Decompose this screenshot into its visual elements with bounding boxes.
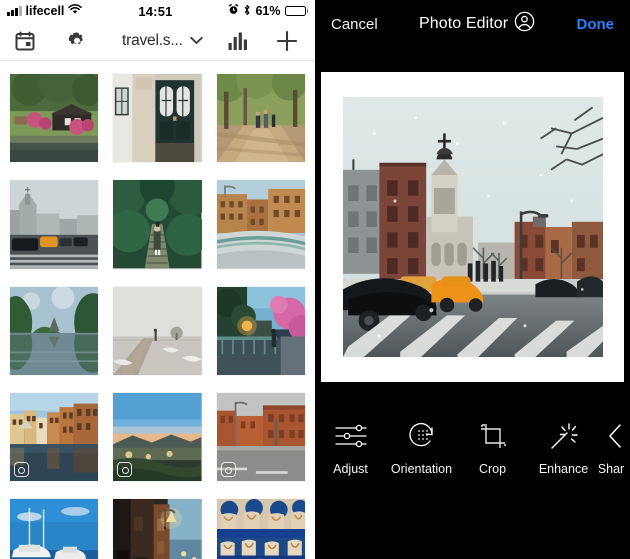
thumbnail-city-street-with-taxi[interactable] (10, 180, 99, 269)
tool-enhance[interactable]: Enhance (528, 419, 599, 476)
tool-sharpen[interactable]: Shar (599, 419, 630, 476)
status-bar-left: lifecell (7, 4, 83, 18)
battery-icon (284, 5, 308, 17)
tool-label: Orientation (390, 462, 453, 476)
account-selector[interactable]: travel.s... (122, 32, 203, 50)
carrier-label: lifecell (25, 4, 65, 18)
thumbnail-river-reflection-trees[interactable] (10, 286, 99, 376)
bar-chart-icon[interactable] (227, 31, 249, 51)
thumbnail-canal-houses-waterfront[interactable] (10, 393, 99, 482)
photo-editor-screen: Cancel Photo Editor Done Adjust Orientat… (315, 0, 630, 559)
app-toolbar: travel.s... (0, 22, 315, 60)
instagram-badge-icon (117, 462, 133, 478)
thumbnail-dark-green-door-facade[interactable] (113, 74, 202, 163)
thumbnail-evening-street-with-blossom[interactable] (216, 286, 305, 376)
thumbnail-thatched-house-by-canal[interactable] (10, 74, 99, 163)
edited-photo[interactable] (342, 96, 603, 357)
sliders-icon (334, 419, 368, 453)
tool-orientation[interactable]: Orientation (386, 419, 457, 476)
thumbnail-forest-path-with-people[interactable] (216, 74, 305, 163)
tool-label: Crop (478, 462, 507, 476)
status-bar: lifecell 14:51 61% (0, 0, 315, 22)
wifi-icon (68, 4, 83, 18)
thumbnail-snowy-foggy-field-path[interactable] (113, 286, 202, 376)
instagram-badge-icon (14, 462, 29, 478)
photo-grid (0, 61, 315, 559)
thumbnail-red-brick-corner-building[interactable] (216, 393, 305, 482)
account-title: travel.s... (122, 32, 183, 49)
tool-crop[interactable]: Crop (457, 419, 528, 476)
editor-canvas-area (315, 48, 630, 405)
tool-adjust[interactable]: Adjust (315, 419, 386, 476)
plus-icon[interactable] (275, 29, 299, 53)
status-bar-right: 61% (228, 4, 308, 19)
thumbnail-jewellery-market-stall[interactable] (216, 499, 305, 559)
tool-label: Enhance (538, 462, 589, 476)
editor-tools-toolbar: Adjust Orientation Crop Enhance Shar (315, 405, 630, 559)
user-circle-icon[interactable] (514, 11, 535, 37)
editor-header: Cancel Photo Editor Done (315, 0, 630, 48)
chevron-left-icon (604, 419, 630, 453)
page-title: Photo Editor (418, 15, 509, 32)
split-screen: lifecell 14:51 61% travel.s... Cancel Ph… (0, 0, 630, 559)
status-bar-time: 14:51 (138, 3, 173, 19)
signal-bars-icon (7, 6, 22, 16)
thumbnail-old-town-street-lamp[interactable] (113, 499, 202, 559)
thumbnail-yachts-in-marina[interactable] (10, 499, 99, 559)
cancel-button[interactable]: Cancel (331, 16, 378, 33)
instagram-badge-icon (220, 462, 236, 478)
thumbnail-curved-road-by-buildings[interactable] (216, 180, 305, 269)
tool-label: Shar (599, 462, 625, 476)
tool-label: Adjust (333, 462, 368, 476)
done-button[interactable]: Done (577, 16, 615, 33)
battery-percent-label: 61% (255, 4, 281, 18)
bluetooth-icon (243, 4, 251, 19)
magic-wand-icon (549, 419, 579, 453)
photo-frame (321, 71, 624, 382)
rotate-dots-icon (406, 419, 438, 453)
photo-grid-app: lifecell 14:51 61% travel.s... (0, 0, 315, 559)
thumbnail-woman-on-green-tunnel-stairs[interactable] (113, 180, 202, 269)
calendar-icon[interactable] (14, 30, 36, 52)
alarm-clock-icon (228, 4, 239, 18)
thumbnail-sunset-valley-overlook[interactable] (113, 393, 202, 482)
editor-title-group: Photo Editor (378, 11, 577, 37)
chevron-down-icon (189, 32, 203, 50)
gear-icon[interactable] (66, 30, 88, 52)
crop-icon (478, 419, 508, 453)
